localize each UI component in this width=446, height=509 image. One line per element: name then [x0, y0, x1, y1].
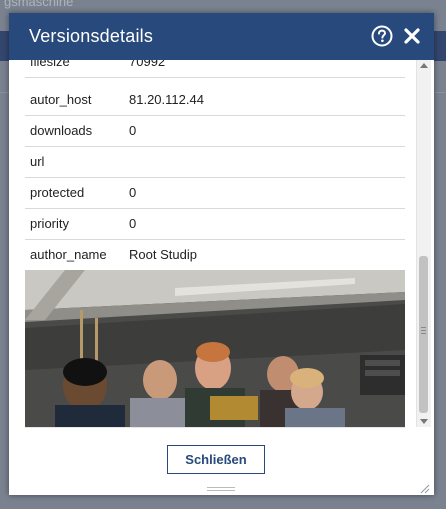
detail-key: autor_host: [30, 92, 92, 107]
detail-value: 0: [129, 123, 137, 138]
close-button[interactable]: Schließen: [167, 445, 265, 474]
detail-value: 70992: [129, 60, 166, 69]
detail-value: 0: [129, 185, 137, 200]
details-scroll-area[interactable]: filesize 70992 autor_host 81.20.112.44 d…: [25, 60, 405, 427]
version-details-dialog: Versionsdetails filesize 70992 autor_hos…: [9, 13, 434, 495]
help-icon[interactable]: [371, 25, 393, 47]
preview-image: [25, 270, 405, 427]
close-icon[interactable]: [401, 25, 423, 47]
detail-value: 81.20.112.44: [129, 92, 204, 107]
scrollbar-thumb[interactable]: [419, 256, 428, 413]
content-scrollbar[interactable]: [416, 60, 431, 427]
detail-row: priority 0: [25, 208, 405, 240]
detail-key: filesize: [30, 60, 70, 69]
background-app-title: gsmaschine: [4, 0, 74, 9]
drag-handle-icon[interactable]: [207, 487, 235, 491]
scroll-down-arrow-icon[interactable]: [420, 419, 428, 424]
detail-row: filesize 70992: [25, 60, 405, 78]
detail-row: url: [25, 146, 405, 178]
detail-key: priority: [30, 216, 70, 231]
dialog-title: Versionsdetails: [29, 26, 154, 46]
scroll-grip-icon: [421, 327, 426, 328]
detail-row: author_name Root Studip: [25, 239, 405, 271]
scroll-up-arrow-icon[interactable]: [420, 63, 428, 68]
detail-value: 0: [129, 216, 137, 231]
detail-key: protected: [30, 185, 85, 200]
detail-key: url: [30, 154, 45, 169]
detail-value: Root Studip: [129, 247, 197, 262]
detail-key: downloads: [30, 123, 93, 138]
detail-row: autor_host 81.20.112.44: [25, 84, 405, 116]
detail-row: protected 0: [25, 177, 405, 209]
dialog-titlebar[interactable]: Versionsdetails: [9, 13, 434, 60]
detail-key: author_name: [30, 247, 107, 262]
footer-divider: [25, 427, 405, 428]
detail-row: downloads 0: [25, 115, 405, 147]
resize-handle-icon[interactable]: [420, 481, 430, 494]
